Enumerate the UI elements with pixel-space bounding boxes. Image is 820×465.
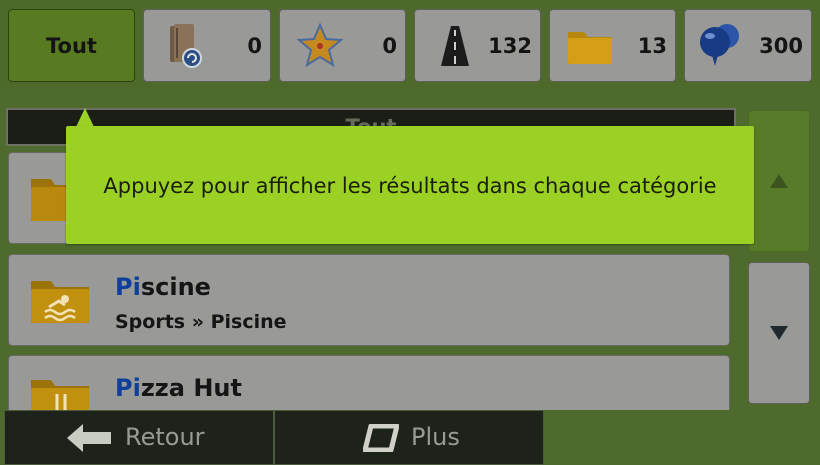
tab-places-count: 300 — [759, 34, 803, 58]
tab-categories-count: 13 — [637, 34, 667, 58]
tab-all-label: Tout — [46, 34, 97, 58]
map-pin-icon — [700, 24, 739, 66]
tab-roads-count: 132 — [488, 34, 532, 58]
more-button[interactable]: Plus — [274, 410, 544, 465]
list-item-title: Pizza Hut — [115, 374, 242, 402]
swimming-folder-icon — [31, 281, 89, 323]
scroll-up-button[interactable] — [748, 110, 810, 252]
tab-history-count: 0 — [247, 34, 262, 58]
tab-history[interactable]: 0 — [143, 9, 271, 82]
road-icon — [441, 26, 469, 66]
list-item-title: Piscine — [115, 273, 211, 301]
more-button-label: Plus — [411, 423, 460, 451]
history-book-icon — [170, 24, 202, 68]
list-item[interactable]: Pizza Hut — [8, 355, 730, 415]
list-item-subtitle: Sports » Piscine — [115, 311, 287, 333]
list-item[interactable]: Piscine Sports » Piscine — [8, 254, 730, 346]
tooltip-text: Appuyez pour afficher les résultats dans… — [103, 174, 717, 198]
back-button-label: Retour — [125, 423, 205, 451]
tab-categories[interactable]: 13 — [549, 9, 676, 82]
scroll-down-button[interactable] — [748, 262, 810, 404]
arrow-down-icon — [770, 326, 788, 340]
tab-favorites[interactable]: 0 — [279, 9, 406, 82]
back-button[interactable]: Retour — [4, 410, 274, 465]
favorites-star-icon — [296, 22, 344, 68]
more-icon — [363, 424, 399, 452]
arrow-up-icon — [770, 174, 788, 188]
tab-all[interactable]: Tout — [8, 9, 135, 82]
tooltip[interactable]: Appuyez pour afficher les résultats dans… — [66, 126, 754, 244]
tab-favorites-count: 0 — [382, 34, 397, 58]
tab-roads[interactable]: 132 — [414, 9, 541, 82]
tooltip-pointer — [76, 108, 94, 127]
folder-icon — [568, 32, 612, 64]
tab-places[interactable]: 300 — [684, 9, 812, 82]
arrow-left-icon — [67, 424, 111, 452]
